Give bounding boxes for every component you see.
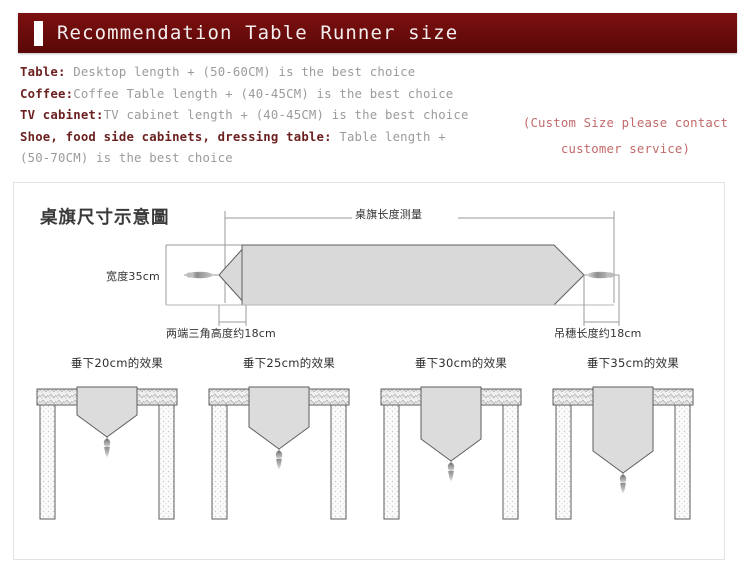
runner-triangle-height-label: 两端三角高度约18cm — [166, 327, 276, 340]
table-drop-illustration-35cm: 垂下35cm的效果 — [548, 355, 718, 555]
runner-drop — [248, 386, 310, 450]
table-drop-svg-25cm — [208, 386, 350, 520]
recommendation-key-table: Table: — [20, 65, 66, 79]
tassel-icon — [103, 437, 111, 457]
diagram-panel: 桌旗尺寸示意圖 桌旗长度测量 宽度35cm 两端三角高度约18cm 吊穗长度约1… — [13, 182, 725, 560]
table-drop-svg-35cm — [552, 386, 694, 520]
recommendation-line-table: Table: Desktop length + (50-60CM) is the… — [20, 62, 500, 84]
runner-drop — [592, 386, 654, 474]
table-drop-svg-30cm — [380, 386, 522, 520]
table-drop-label-35cm: 垂下35cm的效果 — [586, 356, 680, 370]
left-tassel-icon — [184, 271, 219, 279]
recommendation-value-table: Desktop length + (50-60CM) is the best c… — [65, 65, 416, 79]
triangle-height-dimension — [218, 305, 247, 326]
recommendation-line-coffee: Coffee:Coffee Table length + (40-45CM) i… — [20, 84, 500, 106]
recommendation-line-shoe-cabinet-cont: (50-70CM) is the best choice — [20, 151, 233, 165]
table-runner-shape — [218, 244, 585, 306]
custom-size-note-line2: customer service) — [560, 142, 691, 156]
recommendation-key-shoe-cabinet: Shoe, food side cabinets, dressing table… — [20, 129, 332, 144]
recommendation-value-tv-cabinet: TV cabinet length + (40-45CM) is the bes… — [103, 108, 469, 122]
table-drop-svg-20cm — [36, 386, 178, 520]
recommendation-value-shoe-cabinet: Table length + — [331, 129, 446, 144]
table-leg-right — [502, 404, 519, 520]
recommendation-key-tv-cabinet: TV cabinet: — [20, 108, 104, 122]
runner-length-label: 桌旗长度测量 — [355, 208, 423, 221]
runner-body — [241, 244, 585, 306]
table-drop-label-30cm: 垂下30cm的效果 — [414, 356, 508, 370]
page-header-banner: Recommendation Table Runner size — [18, 13, 737, 53]
banner-accent-bar — [34, 20, 43, 46]
runner-width-label: 宽度35cm — [106, 270, 160, 283]
table-leg-right — [330, 404, 347, 520]
recommendation-text-block: Table: Desktop length + (50-60CM) is the… — [20, 62, 500, 170]
recommendation-line-shoe-cabinet: Shoe, food side cabinets, dressing table… — [20, 127, 500, 149]
table-drop-illustration-30cm: 垂下30cm的效果 — [376, 355, 546, 555]
runner-tassel-length-label: 吊穗长度约18cm — [554, 327, 642, 340]
runner-drop — [76, 386, 138, 438]
tassel-icon — [447, 461, 455, 481]
table-leg-left — [555, 404, 572, 520]
table-leg-right — [674, 404, 691, 520]
table-drop-label-20cm: 垂下20cm的效果 — [70, 356, 164, 370]
table-leg-left — [383, 404, 400, 520]
runner-measurement-diagram: 桌旗长度测量 宽度35cm 两端三角高度约18cm 吊穗长度约18cm — [14, 183, 726, 353]
recommendation-key-coffee: Coffee: — [20, 86, 74, 101]
table-drop-art-35cm — [548, 375, 718, 550]
table-drop-illustration-25cm: 垂下25cm的效果 — [204, 355, 374, 555]
table-leg-right — [158, 404, 175, 520]
custom-size-note: (Custom Size please contact customer ser… — [508, 110, 743, 162]
runner-drop — [420, 386, 482, 462]
table-drop-art-20cm — [32, 375, 202, 550]
page-title: Recommendation Table Runner size — [57, 22, 459, 44]
tassel-icon — [619, 473, 627, 493]
custom-size-note-line1: (Custom Size please contact — [522, 116, 729, 130]
table-drop-art-30cm — [376, 375, 546, 550]
recommendation-line-tv-cabinet: TV cabinet:TV cabinet length + (40-45CM)… — [20, 105, 500, 127]
table-drop-illustrations: 垂下20cm的效果 垂下25cm的效果 垂下30cm的效果 垂下35cm的效果 — [14, 355, 726, 555]
table-leg-left — [211, 404, 228, 520]
table-drop-art-25cm — [204, 375, 374, 550]
recommendation-value-coffee: Coffee Table length + (40-45CM) is the b… — [73, 86, 454, 101]
tassel-icon — [275, 449, 283, 469]
table-drop-illustration-20cm: 垂下20cm的效果 — [32, 355, 202, 555]
table-leg-left — [39, 404, 56, 520]
table-drop-label-25cm: 垂下25cm的效果 — [242, 356, 336, 370]
